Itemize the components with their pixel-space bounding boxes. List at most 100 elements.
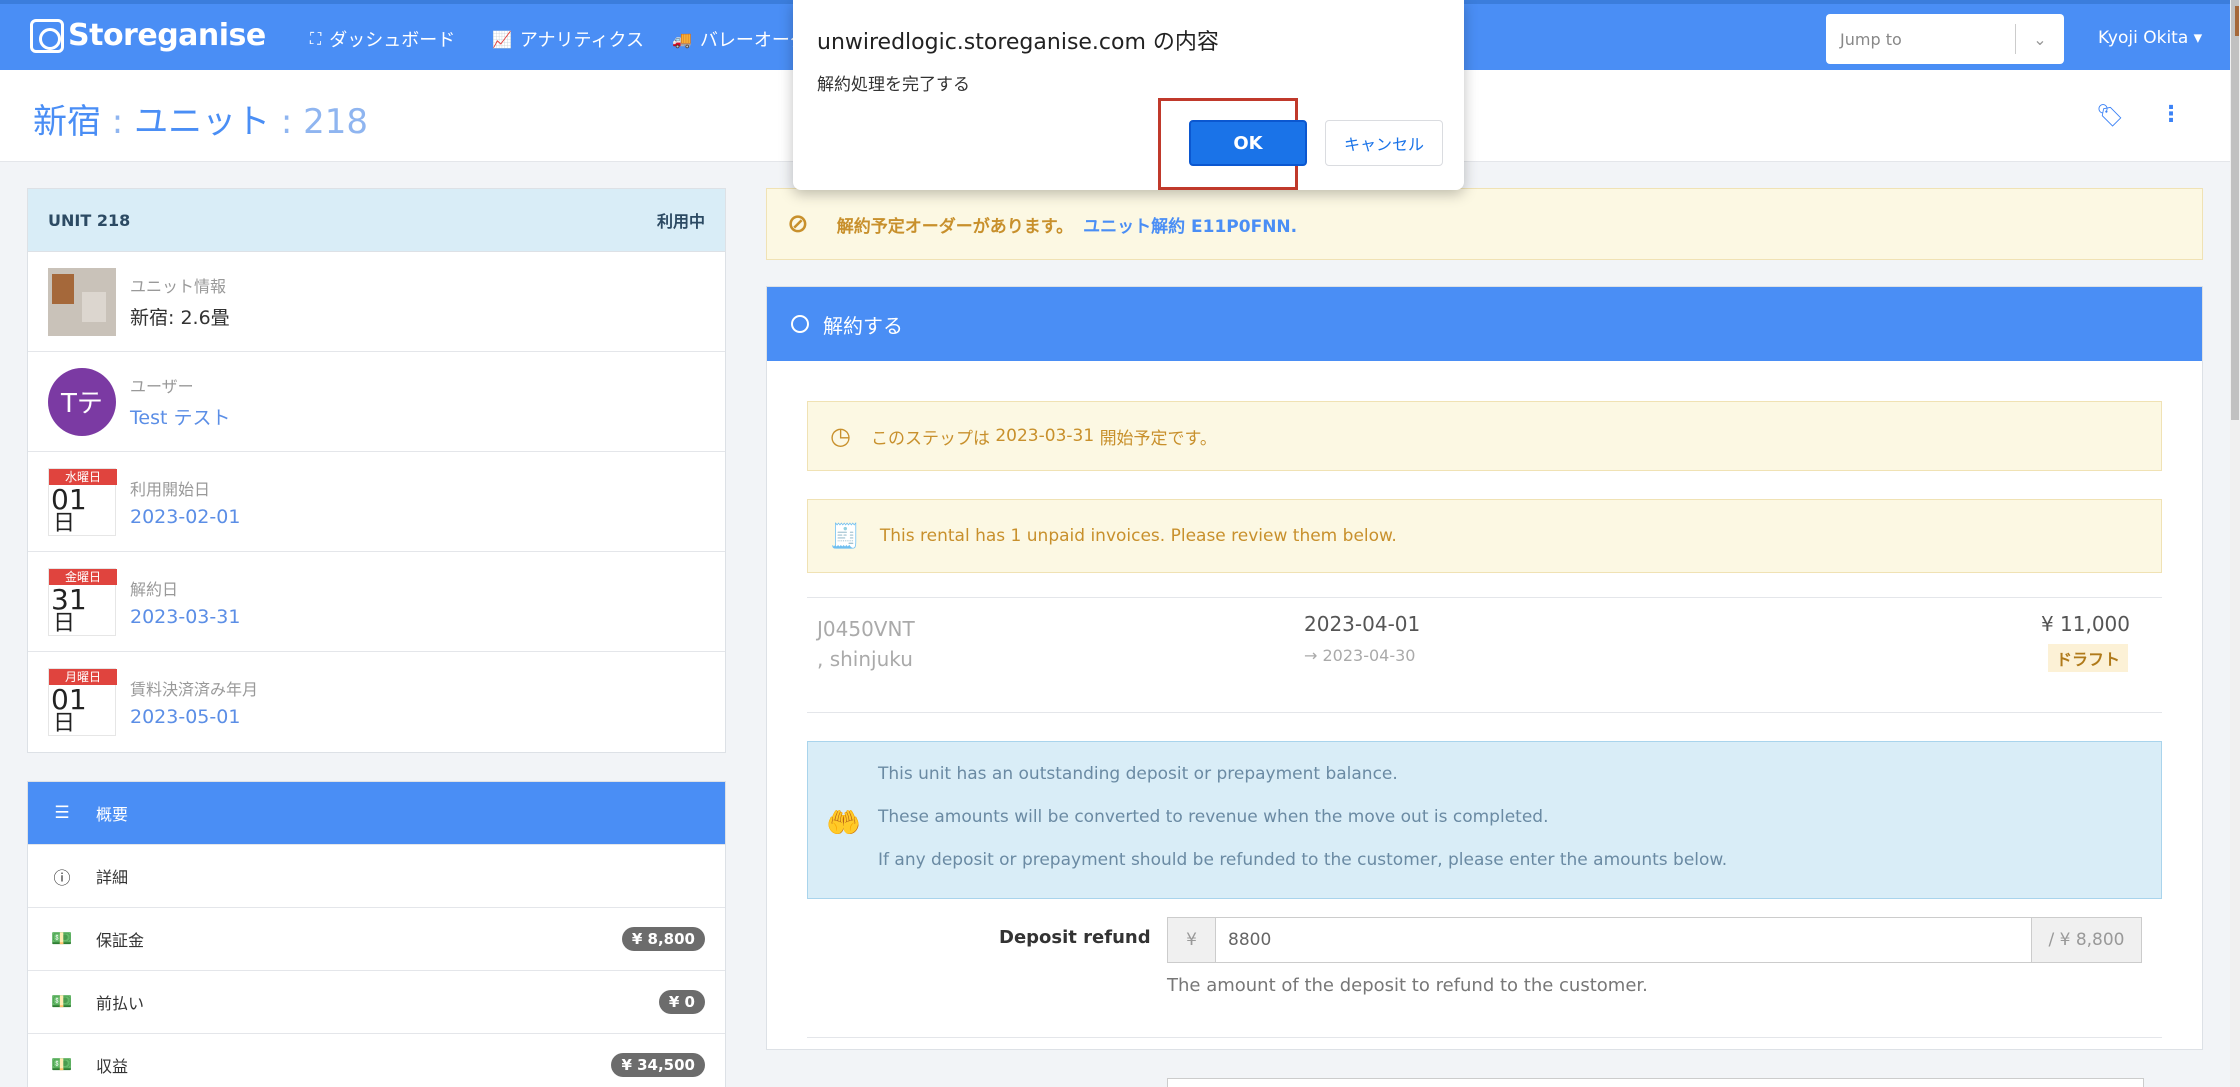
logo-text: Storeganise: [68, 18, 266, 53]
start-date-label: 利用開始日: [130, 479, 211, 499]
invoice-site: , shinjuku: [817, 647, 913, 671]
nav-dashboard[interactable]: ⛶ ダッシュボード: [310, 26, 455, 52]
menu-prepayment-label: 前払い: [96, 994, 145, 1013]
calendar-day: 31: [51, 582, 87, 616]
user-label: ユーザー: [130, 377, 194, 396]
menu-deposit-label: 保証金: [96, 931, 145, 950]
calendar-day-unit: 日: [53, 610, 76, 636]
unit-info-row[interactable]: ユニット情報 新宿: 2.6畳: [28, 252, 725, 352]
moveout-panel-header[interactable]: 解約する: [767, 287, 2202, 361]
storeganise-logo[interactable]: Storeganise: [30, 18, 266, 53]
chevron-down-icon[interactable]: ⌄: [2016, 30, 2064, 49]
step-schedule-alert: ◷ このステップは 2023-03-31 開始予定です。: [807, 401, 2162, 471]
unit-floorplan-thumbnail: [48, 267, 116, 336]
moveout-order-link[interactable]: ユニット解約 E11P0FNN.: [1083, 212, 1297, 237]
money-bill-icon: 💵: [51, 1055, 73, 1075]
title-sep: :: [101, 102, 135, 142]
jump-to-placeholder: Jump to: [1840, 29, 1902, 49]
cancel-button[interactable]: キャンセル: [1325, 120, 1443, 166]
revenue-badge: ¥ 34,500: [611, 1053, 705, 1077]
user-row[interactable]: Tテ ユーザー Test テスト: [28, 352, 725, 452]
title-unit-number: : 218: [270, 102, 369, 142]
clock-icon: ◷: [830, 422, 851, 450]
menu-revenue-label: 収益: [96, 1057, 129, 1076]
next-field-input[interactable]: [1167, 1078, 2144, 1087]
nav-dashboard-label: ダッシュボード: [329, 30, 456, 51]
list-check-icon: ☰: [54, 803, 70, 823]
deposit-info-line1: This unit has an outstanding deposit or …: [878, 764, 1398, 784]
menu-prepayment[interactable]: 💵 前払い ¥ 0: [28, 971, 725, 1034]
step-date: 2023-03-31: [995, 426, 1095, 446]
menu-revenue[interactable]: 💵 収益 ¥ 34,500: [28, 1034, 725, 1087]
divider: [807, 1037, 2162, 1038]
menu-details-label: 詳細: [96, 868, 129, 887]
moveout-panel: 解約する ◷ このステップは 2023-03-31 開始予定です。 🧾 This…: [766, 286, 2203, 1050]
avatar: Tテ: [48, 367, 116, 436]
paid-through-label: 賃料決済済み年月: [130, 680, 259, 699]
money-bill-icon: 💵: [51, 992, 73, 1012]
end-date-value[interactable]: 2023-03-31: [130, 606, 240, 628]
unit-menu: ☰ 概要 ⓘ 詳細 💵 保証金 ¥ 8,800 💵 前払い ¥ 0 💵 収益 ¥…: [27, 781, 726, 1087]
currency-prefix: ¥: [1168, 918, 1216, 962]
user-link[interactable]: Test テスト: [130, 403, 230, 430]
prepayment-badge: ¥ 0: [658, 990, 705, 1014]
title-site-link[interactable]: 新宿: [33, 102, 101, 142]
money-bill-icon: 💵: [51, 929, 73, 949]
menu-deposit[interactable]: 💵 保証金 ¥ 8,800: [28, 908, 725, 971]
menu-overview-label: 概要: [96, 805, 129, 824]
menu-details[interactable]: ⓘ 詳細: [28, 845, 725, 908]
deposit-badge: ¥ 8,800: [621, 927, 705, 951]
more-vertical-icon[interactable]: ⋮: [2160, 102, 2182, 127]
calendar-day: 01: [51, 482, 87, 516]
end-date-label: 解約日: [130, 579, 179, 599]
invoice-id-block: J0450VNT , shinjuku: [817, 614, 915, 674]
dialog-title: unwiredlogic.storeganise.com の内容: [817, 30, 1219, 55]
page-scrollbar[interactable]: [2230, 0, 2240, 1087]
start-date-value[interactable]: 2023-02-01: [130, 506, 240, 528]
user-menu[interactable]: Kyoji Okita ▾: [2098, 28, 2202, 48]
invoice-id[interactable]: J0450VNT: [817, 614, 915, 644]
unit-status: 利用中: [656, 212, 705, 231]
deposit-refund-label: Deposit refund: [999, 927, 1151, 948]
file-invoice-dollar-icon: 🧾: [830, 522, 860, 550]
deposit-refund-group: Deposit refund ¥ 8800 / ¥ 8,800 The amou…: [807, 899, 2162, 1049]
calendar-day-unit: 日: [53, 711, 76, 736]
logo-icon: [30, 18, 64, 53]
invoice-amount: ¥ 11,000: [2040, 612, 2130, 636]
calendar-icon: 金曜日 31 日: [48, 567, 117, 636]
title-unit-link[interactable]: ユニット: [134, 102, 270, 142]
sitemap-icon: ⛶: [310, 29, 322, 48]
unit-sidebar: UNIT 218 利用中 ユニット情報 新宿: 2.6畳 Tテ ユーザー Tes…: [27, 188, 726, 1087]
confirm-dialog: unwiredlogic.storeganise.com の内容 解約処理を完了…: [793, 0, 1464, 190]
circle-icon: [791, 315, 809, 333]
nav-analytics[interactable]: 📈 アナリティクス: [492, 26, 644, 52]
menu-overview[interactable]: ☰ 概要: [28, 782, 725, 845]
unit-header-title: UNIT 218: [48, 210, 131, 230]
main-content: ⊘ 解約予定オーダーがあります。 ユニット解約 E11P0FNN. 解約する ◷…: [766, 188, 2203, 1050]
paid-through-value[interactable]: 2023-05-01: [130, 706, 258, 728]
deposit-refund-max: / ¥ 8,800: [2031, 918, 2141, 962]
calendar-icon: 月曜日 01 日: [48, 668, 117, 736]
jump-to-select[interactable]: Jump to ⌄: [1826, 14, 2064, 64]
unpaid-invoices-text: This rental has 1 unpaid invoices. Pleas…: [879, 526, 1397, 546]
unit-header: UNIT 218 利用中: [28, 189, 725, 252]
calendar-icon: 水曜日 01 日: [48, 467, 117, 536]
deposit-refund-input[interactable]: 8800: [1216, 918, 2031, 962]
deposit-balance-info: 🤲 This unit has an outstanding deposit o…: [807, 741, 2162, 899]
dialog-message: 解約処理を完了する: [817, 75, 970, 95]
moveout-notice-text: 解約予定オーダーがあります。: [836, 216, 1074, 237]
end-date-row: 金曜日 31 日 解約日 2023-03-31: [28, 552, 725, 652]
hand-holding-dollar-icon: 🤲: [826, 806, 861, 839]
nav-valet[interactable]: 🚚 バレーオーダ: [672, 26, 808, 52]
tags-icon[interactable]: 🏷: [2096, 104, 2124, 129]
step-text-post: 開始予定です。: [1099, 428, 1217, 449]
unit-info-label: ユニット情報: [130, 277, 227, 296]
ok-button[interactable]: OK: [1189, 120, 1307, 166]
info-circle-icon: ⓘ: [53, 868, 71, 889]
scrollbar-thumb[interactable]: [2231, 0, 2239, 420]
invoice-period: → 2023-04-30: [1304, 646, 1416, 665]
status-badge: ドラフト: [2047, 644, 2128, 672]
invoice-row[interactable]: J0450VNT , shinjuku 2023-04-01 → 2023-04…: [807, 597, 2162, 713]
moveout-notice: ⊘ 解約予定オーダーがあります。 ユニット解約 E11P0FNN.: [766, 188, 2203, 260]
chart-line-icon: 📈: [492, 29, 512, 49]
